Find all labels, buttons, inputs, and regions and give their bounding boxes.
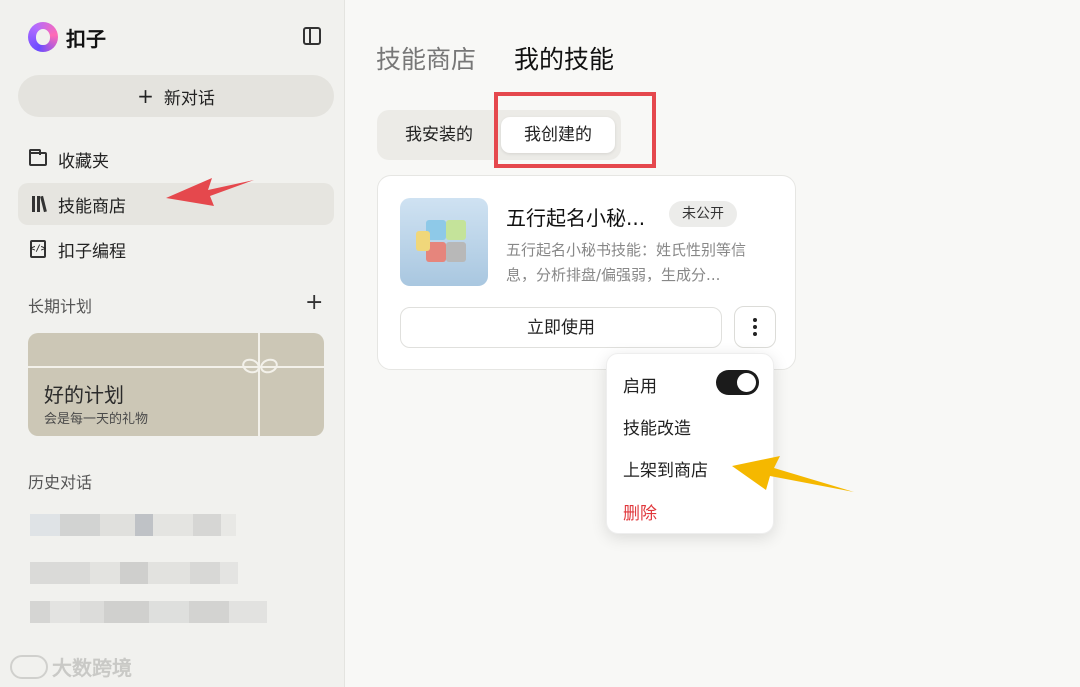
tab-my-skills[interactable]: 我的技能 bbox=[514, 40, 614, 76]
skill-thumbnail-image bbox=[400, 198, 488, 286]
plan-card-subtitle: 会是每一天的礼物 bbox=[44, 412, 149, 427]
sidebar: 扣子 + 新对话 收藏夹 技能商店 </> 扣子编程 长期计划 + 好的计划 会… bbox=[0, 0, 345, 687]
folder-icon bbox=[28, 149, 48, 168]
annotation-red-box bbox=[494, 92, 656, 168]
long-term-plan-title: 长期计划 bbox=[28, 297, 93, 316]
plan-card[interactable]: 好的计划 会是每一天的礼物 bbox=[28, 333, 324, 436]
more-options-icon[interactable] bbox=[734, 306, 776, 348]
skill-options-menu: 启用 技能改造 上架到商店 删除 bbox=[606, 353, 774, 534]
annotation-red-arrow bbox=[166, 178, 254, 206]
use-now-button[interactable]: 立即使用 bbox=[400, 307, 722, 348]
new-chat-label: 新对话 bbox=[163, 88, 215, 109]
plan-card-title: 好的计划 bbox=[44, 383, 124, 407]
new-chat-button[interactable]: + 新对话 bbox=[18, 75, 334, 117]
plus-icon: + bbox=[137, 84, 154, 108]
skill-name: 五行起名小秘... bbox=[506, 206, 646, 230]
sidebar-item-label: 扣子编程 bbox=[58, 241, 126, 262]
ribbon-horizontal bbox=[28, 366, 324, 368]
history-title: 历史对话 bbox=[28, 473, 93, 492]
add-plan-icon[interactable]: + bbox=[305, 290, 323, 315]
coze-logo-icon bbox=[28, 22, 58, 52]
watermark: 大数跨境 bbox=[10, 652, 132, 681]
gift-bow-icon bbox=[242, 357, 278, 379]
sidebar-item-label: 技能商店 bbox=[58, 196, 126, 217]
history-item-blurred[interactable] bbox=[30, 514, 236, 536]
annotation-yellow-arrow bbox=[732, 456, 854, 492]
sidebar-item-label: 收藏夹 bbox=[58, 151, 109, 172]
code-file-icon: </> bbox=[28, 240, 48, 258]
sidebar-toggle-icon[interactable] bbox=[303, 27, 321, 45]
history-item-blurred[interactable] bbox=[30, 601, 267, 623]
skill-card[interactable]: 五行起名小秘... 未公开 五行起名小秘书技能：姓氏性别等信息，分析排盘/偏强弱… bbox=[377, 175, 796, 370]
ribbon-vertical bbox=[258, 333, 260, 436]
subtab-installed[interactable]: 我安装的 bbox=[389, 117, 489, 153]
sidebar-item-coze-coding[interactable]: </> 扣子编程 bbox=[18, 228, 334, 270]
tab-skill-store[interactable]: 技能商店 bbox=[376, 40, 476, 76]
history-item-blurred[interactable] bbox=[30, 562, 238, 584]
enable-toggle[interactable] bbox=[716, 370, 759, 395]
menu-item-improve[interactable]: 技能改造 bbox=[623, 414, 691, 439]
watermark-text: 大数跨境 bbox=[52, 656, 132, 680]
skill-description: 五行起名小秘书技能：姓氏性别等信息，分析排盘/偏强弱，生成分... bbox=[506, 241, 747, 284]
menu-item-enable: 启用 bbox=[623, 377, 657, 397]
menu-item-publish[interactable]: 上架到商店 bbox=[623, 456, 708, 481]
brand[interactable]: 扣子 bbox=[28, 22, 106, 52]
books-icon bbox=[28, 195, 48, 213]
menu-item-delete[interactable]: 删除 bbox=[623, 499, 657, 524]
brand-name: 扣子 bbox=[66, 26, 106, 51]
watermark-logo-icon bbox=[10, 654, 48, 679]
visibility-badge: 未公开 bbox=[669, 201, 737, 227]
